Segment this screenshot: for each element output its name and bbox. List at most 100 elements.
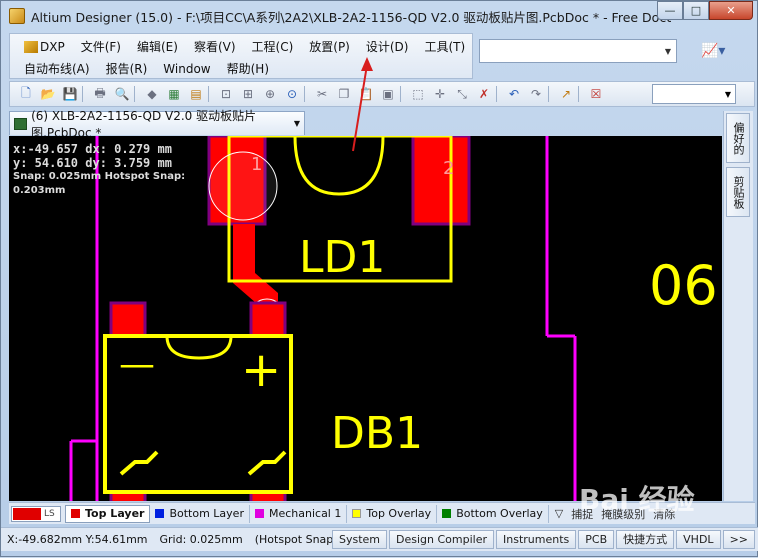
close-button[interactable]: ✕ bbox=[709, 1, 753, 20]
rubber-stamp-icon[interactable]: ▣ bbox=[378, 85, 398, 103]
partial-designator: 06 bbox=[649, 254, 718, 317]
select-rect-icon[interactable]: ⬚ bbox=[408, 85, 428, 103]
menu-edit[interactable]: 编辑(E) bbox=[129, 38, 186, 56]
coordinate-hud: x:-49.657 dx: 0.279 mm y: 54.610 dy: 3.7… bbox=[13, 142, 233, 198]
status-bar: X:-49.682mm Y:54.61mm Grid: 0.025mm (Hot… bbox=[1, 527, 758, 551]
toolbar-divider bbox=[134, 86, 140, 102]
layer-color-swatch bbox=[71, 509, 80, 518]
toolbar-divider bbox=[82, 86, 88, 102]
layer-tab-bottom-overlay[interactable]: Bottom Overlay bbox=[437, 504, 549, 523]
save-icon[interactable]: 💾 bbox=[60, 85, 80, 103]
menu-dxp[interactable]: DXP bbox=[16, 38, 73, 56]
hud-x-line: x:-49.657 dx: 0.279 mm bbox=[13, 142, 172, 156]
menu-autoroute[interactable]: 自动布线(A) bbox=[16, 60, 98, 78]
menu-file[interactable]: 文件(F) bbox=[73, 38, 129, 56]
maximize-button[interactable]: □ bbox=[683, 1, 709, 20]
window-title: Altium Designer (15.0) - F:\项目CC\A系列\2A2… bbox=[31, 9, 671, 25]
paste-icon[interactable]: 📋 bbox=[356, 85, 376, 103]
copper-trace[interactable] bbox=[233, 224, 278, 308]
design-compiler-button[interactable]: Design Compiler bbox=[389, 530, 495, 549]
cut-icon[interactable]: ✂ bbox=[312, 85, 332, 103]
pcb-canvas[interactable]: 1 2 LD1 06 — + DB1 x:-49.657 dx: 0.279 m… bbox=[9, 136, 722, 501]
menu-project[interactable]: 工程(C) bbox=[244, 38, 302, 56]
layer-color-swatch bbox=[442, 509, 452, 518]
path-combo[interactable]: ▼ bbox=[479, 39, 677, 63]
layer-color-swatch bbox=[352, 509, 362, 518]
print-icon[interactable]: 🖶 bbox=[90, 85, 110, 103]
hud-snap-line: Snap: 0.025mm Hotspot Snap: 0.203mm bbox=[13, 171, 186, 196]
toolbar-divider bbox=[578, 86, 584, 102]
zoom-fit-icon[interactable]: ⊡ bbox=[216, 85, 236, 103]
db1-plus: + bbox=[241, 342, 281, 398]
system-button[interactable]: System bbox=[331, 530, 388, 549]
zoom-area-icon[interactable]: ⊞ bbox=[238, 85, 258, 103]
chevron-down-icon[interactable]: ▼ bbox=[660, 40, 676, 62]
status-grid: Grid: 0.025mm bbox=[159, 533, 243, 546]
pcb-button[interactable]: PCB bbox=[578, 530, 615, 549]
print-preview-icon[interactable]: 🔍 bbox=[112, 85, 132, 103]
menu-tools[interactable]: 工具(T) bbox=[416, 38, 473, 56]
menu-help[interactable]: 帮助(H) bbox=[219, 60, 277, 78]
new-doc-icon[interactable]: 🗋 bbox=[16, 85, 36, 103]
minimize-button[interactable]: — bbox=[657, 1, 683, 20]
menu-window[interactable]: Window bbox=[155, 60, 218, 78]
deselect-icon[interactable]: ⤡ bbox=[452, 85, 472, 103]
chevron-down-icon[interactable]: ▼ bbox=[294, 119, 300, 128]
undo-icon[interactable]: ↶ bbox=[504, 85, 524, 103]
vhdl-button[interactable]: VHDL bbox=[676, 530, 721, 549]
dxp-icon bbox=[24, 41, 38, 53]
zoom-select-icon[interactable]: ⊕ bbox=[260, 85, 280, 103]
shortcuts-button[interactable]: 快捷方式 bbox=[616, 530, 675, 549]
menu-design[interactable]: 设计(D) bbox=[358, 38, 417, 56]
pin-2-label: 2 bbox=[443, 158, 454, 179]
layer-color-swatch bbox=[254, 509, 264, 518]
redo-icon[interactable]: ↷ bbox=[526, 85, 546, 103]
altium-logo-icon bbox=[9, 8, 25, 24]
pcb-doc-icon bbox=[14, 117, 28, 130]
title-bar: Altium Designer (15.0) - F:\项目CC\A系列\2A2… bbox=[1, 1, 757, 31]
menu-view[interactable]: 察看(V) bbox=[186, 38, 244, 56]
document-tab[interactable]: (6) XLB-2A2-1156-QD V2.0 驱动板贴片图.PcbDoc *… bbox=[9, 109, 305, 140]
layer-set-selector[interactable]: LS bbox=[11, 505, 61, 522]
ls-label: LS bbox=[44, 508, 55, 519]
panel-buttons: System Design Compiler Instruments PCB 快… bbox=[331, 530, 755, 549]
chevron-down-icon[interactable]: ▼ bbox=[721, 85, 735, 103]
instruments-button[interactable]: Instruments bbox=[496, 530, 577, 549]
toolbar-combo[interactable]: ▼ bbox=[652, 84, 736, 104]
layer-tab-top-layer[interactable]: Top Layer bbox=[65, 504, 151, 523]
zoom-filter-icon[interactable]: ⊙ bbox=[282, 85, 302, 103]
clear-icon[interactable]: ✗ bbox=[474, 85, 494, 103]
cross-probe-icon[interactable]: ↗ bbox=[556, 85, 576, 103]
main-toolbar: 🗋 📂 💾 🖶 🔍 ◆ ▦ ▤ ⊡ ⊞ ⊕ ⊙ ✂ ❐ 📋 ▣ ⬚ ✛ ⤡ ✗ … bbox=[9, 81, 755, 107]
side-tab-favorites[interactable]: 偏好的 bbox=[726, 113, 750, 163]
app-window: Altium Designer (15.0) - F:\项目CC\A系列\2A2… bbox=[0, 0, 758, 557]
menu-place[interactable]: 放置(P) bbox=[301, 38, 358, 56]
menu-reports[interactable]: 报告(R) bbox=[98, 60, 156, 78]
menu-row-2: 自动布线(A) 报告(R) Window 帮助(H) bbox=[16, 60, 277, 78]
pad-ld1-2[interactable] bbox=[411, 136, 471, 226]
layer-tab-bottom-layer[interactable]: Bottom Layer bbox=[150, 504, 250, 523]
layer-tab-mechanical-1[interactable]: Mechanical 1 bbox=[250, 504, 348, 523]
current-layer-swatch bbox=[13, 507, 41, 520]
layer-color-swatch bbox=[155, 509, 165, 518]
move-icon[interactable]: ✛ bbox=[430, 85, 450, 103]
hud-y-line: y: 54.610 dy: 3.759 mm bbox=[13, 156, 172, 170]
toolbar-divider bbox=[304, 86, 310, 102]
open-folder-icon[interactable]: 📂 bbox=[38, 85, 58, 103]
ld1-notch bbox=[293, 136, 385, 196]
3d-layers-icon[interactable]: ◆ bbox=[142, 85, 162, 103]
watermark-text: Bai 经验 bbox=[579, 483, 695, 516]
baidu-watermark: Bai 经验 bbox=[579, 483, 695, 516]
component-icon[interactable]: ▤ bbox=[186, 85, 206, 103]
more-button[interactable]: >> bbox=[722, 530, 755, 549]
menu-row-1: DXP 文件(F) 编辑(E) 察看(V) 工程(C) 放置(P) 设计(D) … bbox=[16, 38, 473, 56]
reset-error-icon[interactable]: ☒ bbox=[586, 85, 606, 103]
filter-icon[interactable]: ▽ bbox=[555, 507, 563, 520]
board-icon[interactable]: ▦ bbox=[164, 85, 184, 103]
chart-dropdown-icon[interactable]: 📈▾ bbox=[701, 43, 727, 63]
db1-minus: — bbox=[119, 344, 155, 385]
copy-icon[interactable]: ❐ bbox=[334, 85, 354, 103]
layer-tab-top-overlay[interactable]: Top Overlay bbox=[347, 504, 438, 523]
side-tab-clipboard[interactable]: 剪贴板 bbox=[726, 167, 750, 217]
status-snap: (Hotspot Snap) bbox=[254, 533, 338, 546]
